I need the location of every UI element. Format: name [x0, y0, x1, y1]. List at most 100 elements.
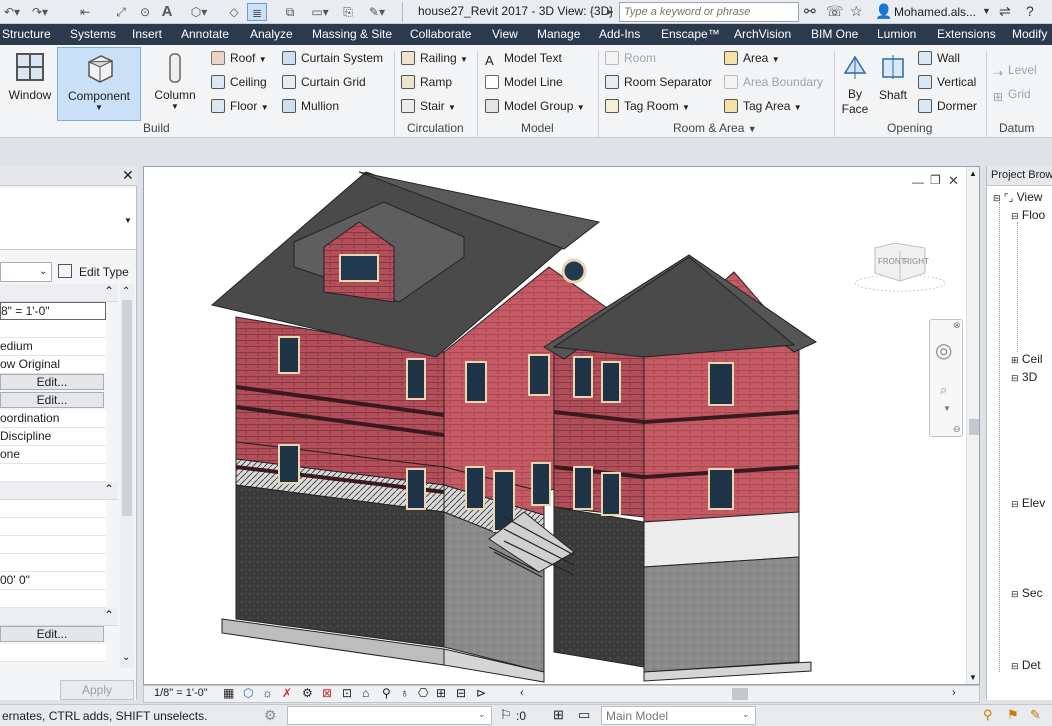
property-value[interactable]: 8" = 1'-0"	[0, 302, 106, 320]
collapse-icon[interactable]: ⌃	[104, 284, 114, 298]
close-icon[interactable]: ⊗	[953, 320, 961, 331]
scroll-down-icon[interactable]: ▼	[969, 673, 977, 682]
expand-icon[interactable]: ⊞	[1011, 355, 1019, 365]
3d-viewport[interactable]: — ❐ ✕ FRONT RIGHT ⊗ ◎ ⌕ ▼ ⊖ ▲ ▼	[143, 166, 980, 685]
stair-button[interactable]: Stair ▼	[401, 97, 456, 115]
redo-icon[interactable]: ↷▾	[30, 3, 50, 21]
scroll-right-icon[interactable]: ›	[952, 687, 956, 699]
property-value[interactable]	[0, 500, 106, 518]
collapse-icon[interactable]: ⊟	[1011, 589, 1019, 599]
chevron-down-icon[interactable]: ▼	[982, 6, 991, 16]
select-underlay-icon[interactable]: ⚑	[1007, 707, 1019, 723]
zoom-icon[interactable]: ⌕	[940, 382, 947, 398]
tab-lumion[interactable]: Lumion	[877, 27, 916, 41]
undo-icon[interactable]: ↶▾	[2, 3, 22, 21]
chevron-down-icon[interactable]: ▼	[943, 404, 951, 413]
scrollbar-thumb[interactable]	[969, 419, 979, 435]
tab-enscape[interactable]: Enscape™	[661, 27, 720, 41]
options-icon[interactable]: ⊖	[953, 424, 961, 435]
user-icon[interactable]: 👤	[875, 3, 892, 20]
property-value[interactable]	[0, 644, 106, 662]
property-value[interactable]	[0, 320, 106, 338]
select-pinned-icon[interactable]: ✎	[1030, 707, 1041, 723]
tab-structure[interactable]: Structure	[2, 27, 51, 41]
user-name[interactable]: Mohamed.als...	[894, 5, 976, 19]
viewcube[interactable]: FRONT RIGHT	[850, 242, 950, 293]
scroll-left-icon[interactable]: ‹	[520, 687, 524, 699]
temporary-view-icon[interactable]: ⎔	[418, 686, 428, 700]
measure-icon[interactable]: ⇤	[74, 3, 96, 21]
curtain-grid-button[interactable]: Curtain Grid	[282, 73, 366, 91]
scroll-up-icon[interactable]: ⌃	[122, 286, 130, 297]
visual-style-icon[interactable]: ⬡	[243, 686, 253, 700]
tab-systems[interactable]: Systems	[70, 27, 116, 41]
3d-view-icon[interactable]: ⬡▾	[188, 3, 210, 21]
temporary-hide-icon[interactable]: ⚲	[382, 686, 391, 700]
shadows-icon[interactable]: ✗	[282, 686, 292, 700]
tree-item-sections[interactable]: ⊟ Sec	[1011, 586, 1043, 600]
window-button[interactable]: Window	[4, 47, 56, 119]
component-button[interactable]: Component ▼	[57, 47, 141, 121]
type-selector[interactable]: ▼	[0, 188, 136, 250]
property-value[interactable]: 00' 0"	[0, 572, 106, 590]
customize-icon[interactable]: ✎▾	[363, 3, 391, 21]
viewport-vertical-scrollbar[interactable]: ▲ ▼	[966, 167, 979, 684]
view-scale[interactable]: 1/8" = 1'-0"	[154, 687, 208, 699]
collapse-icon[interactable]: ⌃	[104, 608, 114, 622]
tab-add-ins[interactable]: Add-Ins	[599, 27, 640, 41]
model-line-button[interactable]: Model Line	[485, 73, 563, 91]
ceiling-button[interactable]: Ceiling	[211, 73, 267, 91]
show-crop-icon[interactable]: ⊡	[342, 686, 352, 700]
communication-icon[interactable]: ☏	[826, 3, 844, 20]
sync-icon[interactable]: ⎘	[338, 3, 358, 21]
design-option-toggle-icon[interactable]: ▭	[578, 707, 590, 723]
worksets-icon[interactable]: ⚙	[264, 707, 277, 724]
edit-button[interactable]: Edit...	[0, 626, 104, 642]
dormer-button[interactable]: Dormer	[918, 97, 977, 115]
edit-type-button[interactable]: Edit Type	[58, 262, 136, 282]
highlight-displacement-icon[interactable]: ⊟	[456, 686, 466, 700]
panel-label-room-area[interactable]: Room & Area ▼	[673, 121, 757, 135]
collapse-icon[interactable]: ⊟	[1011, 373, 1019, 383]
tree-item-detail-views[interactable]: ⊟ Det	[1011, 658, 1041, 672]
tree-item-elevations[interactable]: ⊟ Elev	[1011, 496, 1045, 510]
property-value[interactable]	[0, 590, 106, 608]
property-value[interactable]	[0, 536, 106, 554]
viewcube-front[interactable]: FRONT	[878, 257, 906, 266]
viewcube-right[interactable]: RIGHT	[904, 257, 929, 266]
editing-requests-icon[interactable]: ⚐	[500, 707, 512, 723]
tree-item-3d-views[interactable]: ⊟ 3D	[1011, 370, 1037, 384]
section-icon[interactable]: ◇	[226, 3, 242, 21]
grid-button[interactable]: ⊞ Grid	[993, 85, 1031, 104]
tag-area-button[interactable]: Tag Area ▼	[724, 97, 802, 115]
section-header[interactable]: ⌃	[0, 608, 118, 626]
model-text-button[interactable]: A Model Text	[485, 49, 562, 68]
property-value[interactable]: edium	[0, 338, 106, 356]
tree-item-ceiling-plans[interactable]: ⊞ Ceil	[1011, 352, 1043, 366]
help-icon[interactable]: ?	[1026, 3, 1034, 19]
tab-modify[interactable]: Modify	[1012, 27, 1047, 41]
property-value[interactable]	[0, 554, 106, 572]
tab-manage[interactable]: Manage	[537, 27, 580, 41]
column-button[interactable]: Column ▼	[148, 47, 202, 119]
design-options-icon[interactable]: ⊞	[553, 707, 564, 723]
mullion-button[interactable]: Mullion	[282, 97, 339, 115]
sun-path-icon[interactable]: ☼	[262, 686, 273, 700]
area-button[interactable]: Area ▼	[724, 49, 780, 67]
close-view-icon[interactable]: ✕	[948, 173, 959, 189]
floor-button[interactable]: Floor ▼	[211, 97, 269, 115]
shaft-button[interactable]: Shaft	[875, 47, 911, 119]
scroll-up-icon[interactable]: ▲	[969, 169, 977, 178]
binoculars-icon[interactable]: ⚯	[804, 3, 816, 20]
tab-insert[interactable]: Insert	[132, 27, 162, 41]
roof-button[interactable]: Roof ▼	[211, 49, 267, 67]
main-model-dropdown[interactable]: Main Model ⌄	[601, 706, 756, 725]
close-hidden-icon[interactable]: ⧉	[280, 3, 300, 21]
collapse-icon[interactable]: ⊟	[1011, 211, 1019, 221]
area-boundary-button[interactable]: Area Boundary	[724, 73, 823, 91]
steering-wheel-icon[interactable]: ◎	[935, 338, 952, 363]
scroll-down-icon[interactable]: ⌄	[122, 652, 130, 663]
tab-massing-site[interactable]: Massing & Site	[312, 27, 392, 41]
exchange-icon[interactable]: ⇌	[999, 3, 1011, 20]
property-value[interactable]: ow Original	[0, 356, 106, 374]
